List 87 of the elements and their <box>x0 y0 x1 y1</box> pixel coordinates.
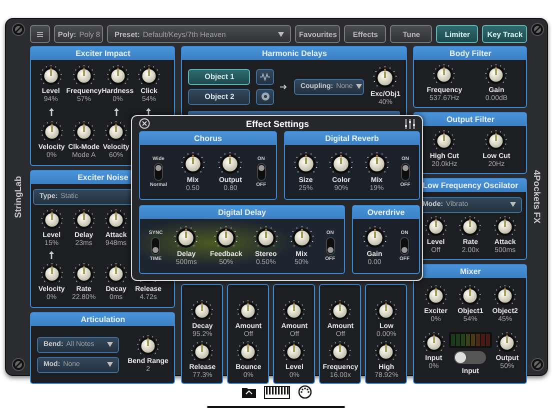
knob[interactable] <box>191 300 214 322</box>
panel-title: Output Filter <box>414 113 526 126</box>
knob[interactable] <box>375 341 398 363</box>
knob[interactable] <box>218 152 242 176</box>
knob[interactable] <box>283 300 306 322</box>
knob[interactable] <box>329 300 352 322</box>
knob[interactable] <box>375 300 398 322</box>
knob[interactable] <box>290 226 314 250</box>
panel-title: Chorus <box>140 132 276 145</box>
piano-keyboard-icon[interactable] <box>264 386 290 398</box>
caret-icon <box>510 202 516 207</box>
flower-button[interactable] <box>256 88 274 104</box>
knob[interactable] <box>485 64 508 86</box>
knob[interactable] <box>494 216 516 238</box>
knob[interactable] <box>105 120 128 143</box>
menu-icon <box>37 30 44 38</box>
knob[interactable] <box>237 300 260 322</box>
knob[interactable] <box>40 208 63 231</box>
knob[interactable] <box>105 208 128 231</box>
arrow-right-icon <box>280 84 288 90</box>
knob[interactable] <box>424 285 447 307</box>
panel-title: Digital Delay <box>140 206 344 219</box>
knob[interactable] <box>137 335 160 357</box>
midi-connector-icon[interactable] <box>298 385 312 399</box>
dialog-title: Effect Settings <box>246 118 309 128</box>
toggle-switch[interactable] <box>154 163 163 181</box>
knob[interactable] <box>180 152 205 176</box>
knob[interactable] <box>174 226 198 250</box>
flower-icon <box>260 92 270 101</box>
knob[interactable] <box>191 341 214 363</box>
knob[interactable] <box>362 226 386 250</box>
menu-button[interactable] <box>30 25 50 43</box>
knob[interactable] <box>214 226 238 250</box>
screw-icon <box>530 358 544 371</box>
knob[interactable] <box>283 341 306 363</box>
caret-icon <box>278 32 284 36</box>
knob[interactable] <box>422 332 445 354</box>
toggle-switch[interactable] <box>400 237 409 255</box>
panel-title: Exciter Impact <box>31 47 174 60</box>
knob[interactable] <box>459 216 482 238</box>
knob[interactable] <box>496 332 518 354</box>
panel-title: Body Filter <box>414 47 526 60</box>
toggle-switch[interactable] <box>454 351 486 364</box>
toggle-switch[interactable] <box>326 237 335 255</box>
knob[interactable] <box>373 66 398 90</box>
knob[interactable] <box>433 130 456 152</box>
knob[interactable] <box>106 65 129 88</box>
knob[interactable] <box>329 152 354 176</box>
knob[interactable] <box>459 285 482 307</box>
app-name: StringLab <box>13 176 24 218</box>
knob[interactable] <box>254 226 278 250</box>
caret-icon <box>107 362 114 367</box>
toggle-switch[interactable] <box>151 237 160 255</box>
screw-icon <box>12 358 25 371</box>
panel-title: Digital Reverb <box>285 132 419 145</box>
panel-title: Harmonic Delays <box>182 47 406 60</box>
screw-icon <box>530 23 544 36</box>
toggle-switch[interactable] <box>400 163 410 181</box>
knob[interactable] <box>138 65 160 88</box>
knob[interactable] <box>237 341 260 363</box>
knob[interactable] <box>40 263 63 286</box>
caret-icon <box>356 84 362 89</box>
close-icon[interactable] <box>139 118 150 129</box>
knob[interactable] <box>40 65 62 88</box>
panel-title: Articulation <box>31 313 174 326</box>
knob[interactable] <box>72 120 95 143</box>
knob[interactable] <box>433 64 456 86</box>
screw-icon <box>12 23 25 36</box>
knob[interactable] <box>485 130 508 152</box>
knob[interactable] <box>364 152 389 176</box>
brand-label: 4Pockets FX <box>532 170 542 224</box>
sliders-icon[interactable] <box>404 118 415 128</box>
knob[interactable] <box>105 263 128 286</box>
knob[interactable] <box>494 285 516 307</box>
waveform-icon <box>260 72 270 80</box>
knob[interactable] <box>294 152 318 176</box>
panel-title: Overdrive <box>353 206 419 219</box>
knob[interactable] <box>329 341 352 363</box>
folder-icon[interactable] <box>242 386 256 398</box>
knob[interactable] <box>40 120 63 143</box>
knob[interactable] <box>72 65 95 88</box>
knob[interactable] <box>424 216 447 238</box>
waveform-button[interactable] <box>256 68 274 84</box>
toggle-switch[interactable] <box>256 163 266 181</box>
knob[interactable] <box>72 263 95 286</box>
caret-icon <box>107 342 114 347</box>
knob[interactable] <box>72 208 95 231</box>
